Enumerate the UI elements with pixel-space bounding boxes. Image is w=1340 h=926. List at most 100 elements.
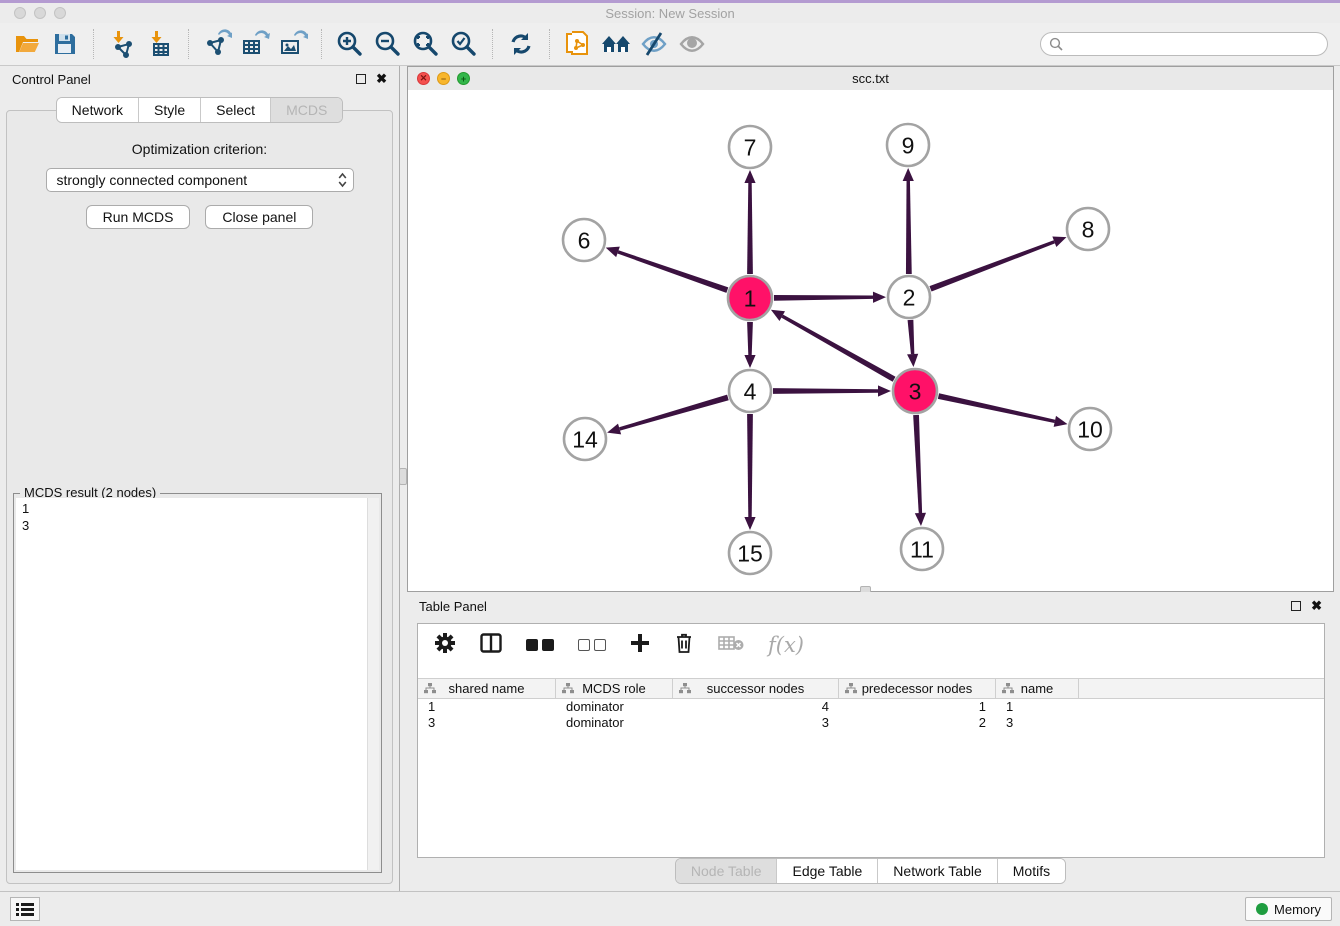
- table-tab-network-table[interactable]: Network Table: [878, 859, 997, 883]
- window-title: Session: New Session: [0, 6, 1340, 21]
- edge-arrowhead: [744, 170, 755, 183]
- table-row[interactable]: 3dominator323: [418, 715, 1324, 731]
- unchecked-checkbox-icon: [594, 639, 606, 651]
- column-header-predecessor-nodes[interactable]: predecessor nodes: [839, 679, 996, 698]
- save-session-button[interactable]: [46, 27, 84, 61]
- edge-3-10[interactable]: [938, 393, 1055, 423]
- float-panel-button[interactable]: [356, 74, 366, 84]
- zoom-selected-button[interactable]: [445, 27, 483, 61]
- toolbar-separator: [321, 29, 322, 59]
- zoom-out-icon: [373, 29, 403, 59]
- export-network-button[interactable]: [198, 27, 236, 61]
- tab-network[interactable]: Network: [57, 98, 139, 122]
- show-all-button[interactable]: [673, 27, 711, 61]
- table-tab-motifs[interactable]: Motifs: [998, 859, 1065, 883]
- memory-status-dot: [1256, 903, 1268, 915]
- edge-4-3[interactable]: [773, 388, 878, 394]
- toolbar-separator: [492, 29, 493, 59]
- edge-1-6[interactable]: [617, 250, 728, 293]
- delete-column-button[interactable]: [674, 632, 694, 659]
- network-canvas[interactable]: 7968124314101511: [408, 90, 1333, 591]
- edge-arrowhead: [744, 517, 755, 530]
- unchecked-checkbox-icon: [578, 639, 590, 651]
- select-all-columns-button[interactable]: [526, 639, 554, 651]
- network-minimize-button[interactable]: −: [437, 72, 450, 85]
- memory-button[interactable]: Memory: [1245, 897, 1332, 921]
- edge-3-11[interactable]: [913, 415, 922, 513]
- table-cell: 3: [996, 715, 1079, 731]
- close-panel-button-mcds[interactable]: Close panel: [205, 205, 313, 229]
- result-scrollbar[interactable]: [367, 498, 379, 870]
- close-panel-button[interactable]: ✖: [376, 74, 387, 84]
- network-maximize-button[interactable]: +: [457, 72, 470, 85]
- hide-selected-button[interactable]: [635, 27, 673, 61]
- column-header-MCDS-role[interactable]: MCDS role: [556, 679, 673, 698]
- table-row[interactable]: 1dominator411: [418, 699, 1324, 715]
- optimization-criterion-label: Optimization criterion:: [7, 141, 392, 157]
- export-table-icon: [240, 29, 270, 59]
- column-type-icon: [845, 683, 857, 694]
- float-table-panel-button[interactable]: [1291, 601, 1301, 611]
- vertical-splitter-handle[interactable]: [399, 468, 407, 485]
- graph-node-label: 3: [909, 378, 922, 404]
- criterion-select[interactable]: strongly connected component: [46, 168, 354, 192]
- tab-mcds[interactable]: MCDS: [271, 98, 342, 122]
- network-view-window: ✕ − + scc.txt 7968124314101511: [407, 66, 1334, 592]
- global-search[interactable]: [1040, 32, 1328, 56]
- import-network-button[interactable]: [103, 27, 141, 61]
- edge-1-7[interactable]: [747, 183, 753, 274]
- zoom-out-button[interactable]: [369, 27, 407, 61]
- edge-4-15[interactable]: [747, 414, 753, 517]
- refresh-view-button[interactable]: [502, 27, 540, 61]
- graph-node-label: 10: [1077, 416, 1103, 442]
- delete-table-button-disabled: [718, 634, 744, 657]
- edge-1-2[interactable]: [774, 295, 873, 301]
- edge-arrowhead: [907, 354, 918, 367]
- tab-select[interactable]: Select: [201, 98, 271, 122]
- search-input[interactable]: [1069, 36, 1313, 53]
- close-table-panel-button[interactable]: ✖: [1311, 601, 1322, 611]
- edge-3-1[interactable]: [781, 315, 895, 382]
- network-close-button[interactable]: ✕: [417, 72, 430, 85]
- export-table-button[interactable]: [236, 27, 274, 61]
- eye-slash-icon: [639, 30, 669, 58]
- table-settings-button[interactable]: [434, 632, 456, 659]
- select-updown-icon: [338, 172, 347, 188]
- tab-style[interactable]: Style: [139, 98, 201, 122]
- deselect-all-columns-button[interactable]: [578, 639, 606, 651]
- zoom-in-icon: [335, 29, 365, 59]
- edge-2-8[interactable]: [929, 240, 1054, 291]
- export-image-button[interactable]: [274, 27, 312, 61]
- column-header-successor-nodes[interactable]: successor nodes: [673, 679, 839, 698]
- show-column-panel-button[interactable]: [480, 633, 502, 658]
- mcds-result-list[interactable]: 1 3: [16, 498, 379, 870]
- import-table-button[interactable]: [141, 27, 179, 61]
- homes-button[interactable]: [597, 27, 635, 61]
- network-graph[interactable]: 7968124314101511: [408, 90, 1333, 591]
- edge-2-9[interactable]: [906, 181, 912, 274]
- main-toolbar: [0, 23, 1340, 66]
- edge-1-4[interactable]: [747, 322, 753, 355]
- table-cell: dominator: [556, 715, 673, 731]
- graph-node-label: 11: [910, 536, 934, 562]
- edge-arrowhead: [607, 424, 621, 435]
- edge-arrowhead: [1054, 416, 1068, 427]
- edge-4-14[interactable]: [619, 395, 729, 431]
- table-tabs: Node TableEdge TableNetwork TableMotifs: [675, 858, 1066, 884]
- table-tab-node-table[interactable]: Node Table: [676, 859, 778, 883]
- edge-2-3[interactable]: [908, 320, 915, 354]
- task-history-button[interactable]: [10, 897, 40, 921]
- column-header-name[interactable]: name: [996, 679, 1079, 698]
- table-cell: 4: [673, 699, 839, 715]
- column-type-icon: [562, 683, 574, 694]
- table-tab-edge-table[interactable]: Edge Table: [777, 859, 878, 883]
- zoom-in-button[interactable]: [331, 27, 369, 61]
- run-mcds-button[interactable]: Run MCDS: [86, 205, 191, 229]
- column-header-shared-name[interactable]: shared name: [418, 679, 556, 698]
- edge-arrowhead: [1052, 237, 1066, 247]
- open-session-button[interactable]: [8, 27, 46, 61]
- clone-network-button[interactable]: [559, 27, 597, 61]
- zoom-fit-button[interactable]: [407, 27, 445, 61]
- add-column-button[interactable]: [630, 633, 650, 658]
- memory-label: Memory: [1274, 902, 1321, 917]
